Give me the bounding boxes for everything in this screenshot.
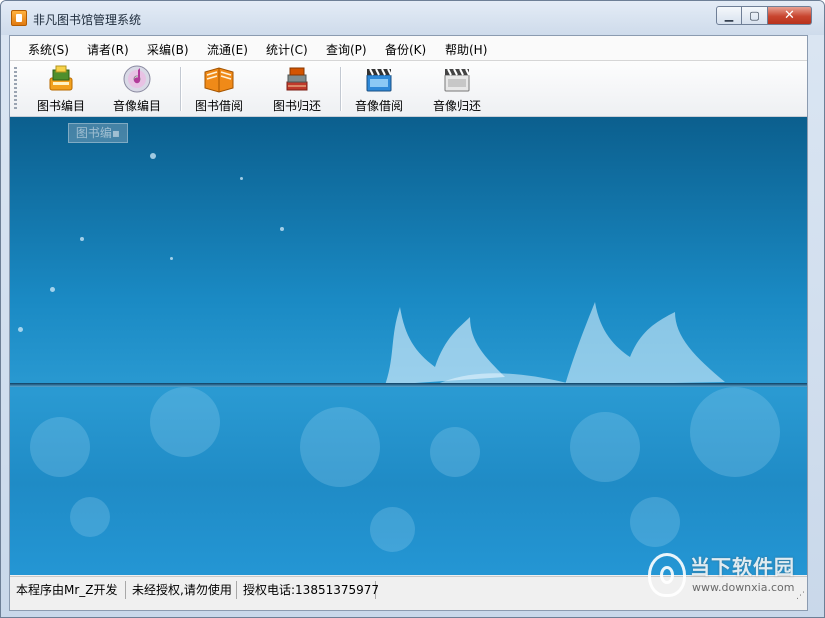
bokeh-bubble [300,407,380,487]
menu-backup[interactable]: 备份(K) [385,41,426,58]
maximize-button[interactable]: ▢ [742,6,768,25]
water-drop [18,327,23,332]
bokeh-bubble [630,497,680,547]
app-logo-icon[interactable] [11,10,27,26]
bokeh-bubble [370,507,415,552]
status-developer: 本程序由Mr_Z开发 [12,581,126,599]
cd-catalog-icon [120,64,154,94]
book-return-icon [280,64,314,94]
status-license: 未经授权,请勿使用 [128,581,237,599]
window-controls: ▁ ▢ ✕ [716,6,812,25]
close-icon: ✕ [784,8,795,23]
water-drop [150,153,156,159]
cd-catalog-label: 音像编目 [112,99,161,113]
book-borrow-icon [202,64,236,94]
book-catalog-button[interactable]: 图书编目 [32,64,90,114]
bokeh-bubble [30,417,90,477]
bokeh-bubble [570,412,640,482]
water-surface [10,383,807,387]
toolbar-separator [340,67,342,111]
maximize-icon: ▢ [749,9,760,22]
toolbar-separator [180,67,182,111]
book-return-button[interactable]: 图书归还 [268,64,326,114]
watermark: 当下软件园 www.downxia.com [646,551,816,606]
menu-circulation[interactable]: 流通(E) [207,41,248,58]
water-drop [80,237,84,241]
client-area: 系统(S) 请者(R) 采编(B) 流通(E) 统计(C) 查询(P) 备份(K… [9,35,808,611]
bokeh-bubble [70,497,110,537]
status-phone: 授权电话:13851375977 [239,581,379,599]
water-drop [50,287,55,292]
book-borrow-label: 图书借阅 [194,99,243,113]
video-borrow-button[interactable]: 音像借阅 [350,64,408,114]
water-drop [170,257,173,260]
close-button[interactable]: ✕ [768,6,812,25]
toolbar: 图书编目 音像编目 图书借阅 图书归还 音像借阅 音像归还 [10,61,807,117]
watermark-brand: 当下软件园 [690,555,795,579]
water-splash [385,302,725,385]
book-catalog-icon [44,64,78,94]
book-catalog-label: 图书编目 [36,99,85,113]
water-drop [240,177,243,180]
bokeh-bubble [150,387,220,457]
menu-acquisition[interactable]: 采编(B) [147,41,189,58]
minimize-icon: ▁ [724,9,734,22]
menu-help[interactable]: 帮助(H) [445,41,487,58]
watermark-url: www.downxia.com [692,581,795,594]
video-borrow-icon [362,64,396,94]
video-return-label: 音像归还 [432,99,481,113]
title-bar[interactable]: 非凡图书馆管理系统 ▁ ▢ ✕ [1,1,824,35]
menu-statistics[interactable]: 统计(C) [266,41,308,58]
toolbar-grip[interactable] [14,67,17,111]
menu-query[interactable]: 查询(P) [326,41,367,58]
window-title: 非凡图书馆管理系统 [33,13,142,27]
minimized-mdi-window[interactable]: 图书编▪ [68,123,128,143]
mdi-workspace: 图书编▪ [10,117,807,575]
menu-reader[interactable]: 请者(R) [87,41,129,58]
video-borrow-label: 音像借阅 [354,99,403,113]
app-window: 非凡图书馆管理系统 ▁ ▢ ✕ 系统(S) 请者(R) 采编(B) 流通(E) … [0,0,825,618]
book-return-label: 图书归还 [272,99,321,113]
bokeh-bubble [430,427,480,477]
watermark-logo-icon [648,553,686,597]
bokeh-bubble [690,387,780,477]
minimize-button[interactable]: ▁ [716,6,742,25]
video-return-button[interactable]: 音像归还 [428,64,486,114]
video-return-icon [440,64,474,94]
book-borrow-button[interactable]: 图书借阅 [190,64,248,114]
menu-system[interactable]: 系统(S) [28,41,69,58]
cd-catalog-button[interactable]: 音像编目 [108,64,166,114]
menu-bar: 系统(S) 请者(R) 采编(B) 流通(E) 统计(C) 查询(P) 备份(K… [10,36,807,61]
water-drop [280,227,284,231]
